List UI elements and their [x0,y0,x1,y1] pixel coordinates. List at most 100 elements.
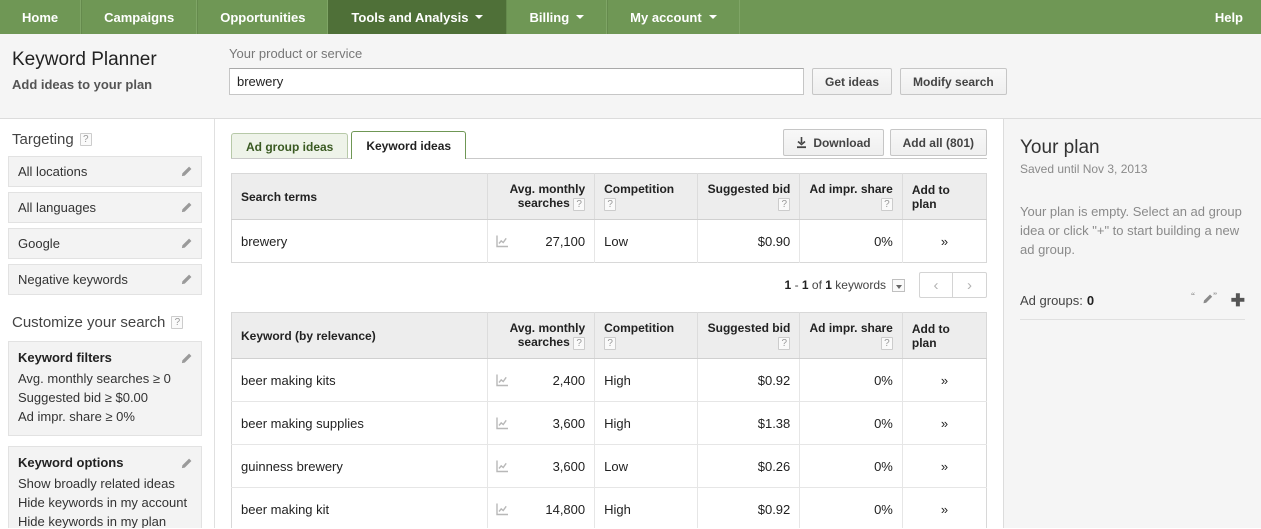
nav-item-label: Opportunities [220,9,306,25]
nav-item-billing[interactable]: Billing [506,0,608,34]
pager-dropdown-toggle[interactable] [892,278,905,292]
search-trend-chart-icon[interactable] [496,235,509,248]
table-row[interactable]: guinness brewery 3,600 Low $0.26 0% » [231,444,987,488]
chevron-down-icon [576,15,585,19]
column-header-competition[interactable]: Competition ? [594,173,698,220]
edit-pencil-icon[interactable] [179,165,193,179]
add-to-plan-button[interactable]: » [902,444,987,488]
table-toolbar: Download Add all (801) [783,129,987,156]
search-terms-table: Search terms Avg. monthly searches ? Com… [231,173,987,263]
column-header-keyword-by-relevance[interactable]: Keyword (by relevance) [231,312,489,359]
group-title: Keyword options [18,455,124,470]
search-trend-chart-icon[interactable] [496,503,509,516]
edit-pencil-icon[interactable] [179,457,193,471]
nav-item-label: Billing [529,9,570,25]
column-header-suggested-bid[interactable]: Suggested bid ? [697,173,801,220]
nav-item-home[interactable]: Home [0,0,82,34]
table-row[interactable]: beer making supplies 3,600 High $1.38 0%… [231,401,987,445]
pager-next-button[interactable]: › [953,272,987,298]
cell-keyword: guinness brewery [231,444,489,488]
download-icon [797,136,807,148]
get-ideas-button[interactable]: Get ideas [812,68,893,95]
column-label: Competition [604,321,675,335]
group-title: Keyword filters [18,350,112,365]
help-tooltip-icon[interactable]: ? [79,133,92,146]
edit-pencil-icon[interactable] [179,237,193,251]
add-to-plan-button[interactable]: » [902,401,987,445]
add-to-plan-button[interactable]: » [902,487,987,528]
cell-competition: High [594,401,698,445]
download-button[interactable]: Download [783,129,884,156]
column-header-suggested-bid[interactable]: Suggested bid ? [697,312,801,359]
pagination-controls: 1 - 1 of 1 keywords ‹ › [231,272,987,298]
targeting-heading-label: Targeting [12,131,74,148]
column-label: Ad impr. share [809,182,893,196]
column-header-ad-impr-share[interactable]: Ad impr. share ? [799,312,903,359]
add-to-plan-button[interactable]: » [902,220,986,263]
pager-previous-button[interactable]: ‹ [919,272,953,298]
filter-line: Avg. monthly searches ≥ 0 [18,371,171,386]
help-link[interactable]: Help [1197,0,1261,34]
top-navigation-bar: Home Campaigns Opportunities Tools and A… [0,0,1261,34]
cell-value: 3,600 [552,458,586,474]
page-title: Keyword Planner [12,49,157,70]
cell-keyword: beer making supplies [231,401,489,445]
help-tooltip-icon[interactable]: ? [880,198,893,211]
column-header-avg-monthly-searches[interactable]: Avg. monthly searches ? [487,173,596,220]
column-label: Competition [604,182,675,196]
svg-text:”: ” [1213,291,1217,301]
help-tooltip-icon[interactable]: ? [573,337,586,350]
column-header-search-terms[interactable]: Search terms [231,173,489,220]
help-tooltip-icon[interactable]: ? [171,316,184,329]
column-header-competition[interactable]: Competition ? [594,312,698,359]
column-label: Add to plan [911,182,950,211]
targeting-item-negative-keywords[interactable]: Negative keywords [8,264,202,295]
table-row[interactable]: beer making kits 2,400 High $0.92 0% » [231,358,987,402]
page-header-titles: Keyword Planner Add ideas to your plan [0,34,215,118]
table-row[interactable]: beer making kit 14,800 High $0.92 0% » [231,487,987,528]
keyword-filters-group[interactable]: Keyword filters Avg. monthly searches ≥ … [8,341,202,436]
cell-avg-monthly-searches: 2,400 [487,358,596,402]
cell-competition: High [594,487,698,528]
ad-groups-row: Ad groups: 0 “ ” ✚ [1020,291,1245,320]
tab-keyword-ideas[interactable]: Keyword ideas [351,131,467,159]
add-ad-group-plus-icon[interactable]: ✚ [1231,292,1245,309]
table-header-row: Search terms Avg. monthly searches ? Com… [231,173,987,220]
help-tooltip-icon[interactable]: ? [880,337,893,350]
column-header-ad-impr-share[interactable]: Ad impr. share ? [799,173,903,220]
targeting-item-all-locations[interactable]: All locations [8,156,202,187]
add-to-plan-button[interactable]: » [902,358,987,402]
help-tooltip-icon[interactable]: ? [778,198,791,211]
tab-ad-group-ideas[interactable]: Ad group ideas [231,133,349,159]
page-header: Keyword Planner Add ideas to your plan Y… [0,34,1261,119]
add-all-button[interactable]: Add all (801) [889,129,987,156]
targeting-item-all-languages[interactable]: All languages [8,192,202,223]
nav-item-tools-and-analysis[interactable]: Tools and Analysis [328,0,507,34]
table-header-row: Keyword (by relevance) Avg. monthly sear… [231,312,987,359]
nav-item-my-account[interactable]: My account [607,0,740,34]
nav-item-campaigns[interactable]: Campaigns [81,0,198,34]
nav-item-label: Campaigns [104,9,175,25]
cell-keyword: beer making kit [231,487,489,528]
column-header-avg-monthly-searches[interactable]: Avg. monthly searches ? [487,312,596,359]
help-tooltip-icon[interactable]: ? [778,337,791,350]
table-row[interactable]: brewery 27,100 Low $0.90 0% » [231,219,987,263]
chevron-down-icon [475,15,484,19]
edit-pencil-icon[interactable] [179,273,193,287]
nav-item-opportunities[interactable]: Opportunities [197,0,329,34]
product-or-service-input[interactable] [229,68,804,95]
help-tooltip-icon[interactable]: ? [604,198,617,211]
modify-search-button[interactable]: Modify search [900,68,1007,95]
help-tooltip-icon[interactable]: ? [573,198,586,211]
search-trend-chart-icon[interactable] [496,460,509,473]
search-trend-chart-icon[interactable] [496,374,509,387]
edit-pencil-icon[interactable] [179,201,193,215]
keyword-options-group[interactable]: Keyword options Show broadly related ide… [8,446,202,528]
filter-line: Suggested bid ≥ $0.00 [18,390,149,405]
help-tooltip-icon[interactable]: ? [604,337,617,350]
search-trend-chart-icon[interactable] [496,417,509,430]
cell-ad-impr-share: 0% [799,358,903,402]
targeting-item-google[interactable]: Google [8,228,202,259]
edit-pencil-icon[interactable] [179,352,193,366]
edit-keywords-pencil-icon[interactable]: “ ” [1191,291,1221,309]
